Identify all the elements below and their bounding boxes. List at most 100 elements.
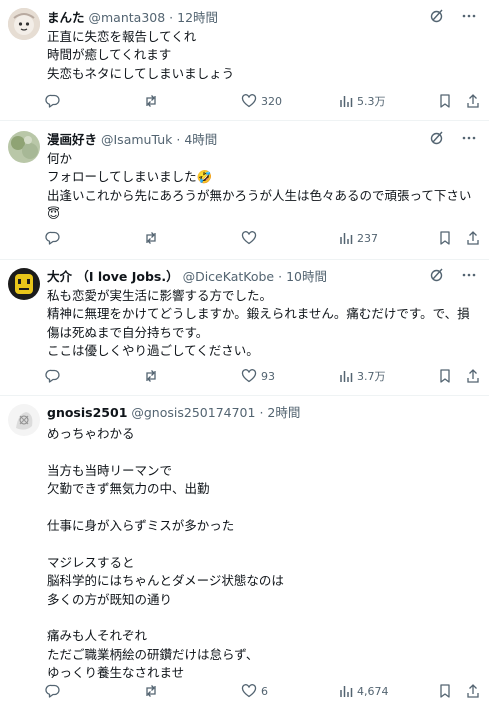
tweet-line: 当方も当時リーマンで	[47, 462, 173, 478]
tweet-line: 失恋もネタにしてしまいましょう	[47, 65, 235, 81]
heart-icon	[241, 230, 257, 246]
share-button[interactable]	[465, 682, 481, 700]
reply-button[interactable]	[45, 682, 65, 700]
retweet-button[interactable]	[143, 682, 163, 700]
tweet-line: ゆっくり養生なされませ	[47, 665, 185, 681]
tweet-1[interactable]: まんた @manta308 · 12時間 正直に失恋を報告してくれ 時間が癒して…	[0, 0, 489, 121]
bookmark-button[interactable]	[437, 367, 453, 385]
reply-button[interactable]	[45, 92, 65, 110]
views-button[interactable]: 4,674	[339, 682, 389, 700]
views-button[interactable]: 237	[339, 229, 378, 247]
display-name[interactable]: gnosis2501	[47, 405, 127, 420]
user-handle[interactable]: @gnosis250174701	[131, 405, 255, 420]
tweet-line: 精神に無理をかけてどうしますか。鍛えられません。痛むだけです。で、損	[47, 306, 470, 322]
avatar[interactable]	[8, 268, 40, 300]
heart-icon	[241, 368, 257, 384]
tweet-line: 出逢いこれから先にあろうが無かろうが人生は色々あるので頑張って下さい	[47, 187, 472, 203]
display-name[interactable]: まんた	[47, 10, 85, 25]
separator-dot: ·	[278, 269, 283, 284]
reply-icon	[45, 93, 61, 109]
tweet-line: 傷は死ぬまで自分持ちです。	[47, 324, 209, 340]
tweet-text: 何か フォローしてしまいました🤣 出逢いこれから先にあろうが無かろうが人生は色々…	[47, 150, 477, 224]
reply-icon	[45, 683, 61, 699]
views-button[interactable]: 5.3万	[339, 92, 386, 110]
tweet-line: めっちゃわかる	[47, 426, 135, 441]
timestamp[interactable]: 10時間	[286, 269, 327, 284]
share-button[interactable]	[465, 367, 481, 385]
retweet-button[interactable]	[143, 229, 163, 247]
retweet-icon	[143, 683, 159, 699]
like-count: 93	[261, 369, 275, 383]
retweet-button[interactable]	[143, 367, 163, 385]
user-handle[interactable]: @DiceKatKobe	[183, 269, 275, 284]
tweet-line: 時間が癒してくれます	[47, 47, 172, 63]
like-button[interactable]: 93	[241, 367, 275, 385]
views-icon	[339, 683, 353, 699]
tweet-2[interactable]: 漫画好き @IsamuTuk · 4時間 何か フォローしてしまいました🤣 出逢…	[0, 121, 489, 260]
share-icon	[465, 683, 481, 699]
tweet-text: 私も恋愛が実生活に影響する方でした。 精神に無理をかけてどうしますか。鍛えられま…	[47, 287, 477, 361]
more-icon[interactable]	[461, 130, 477, 150]
more-icon[interactable]	[461, 8, 477, 28]
separator-dot: ·	[169, 10, 174, 25]
timestamp[interactable]: 4時間	[184, 132, 217, 147]
share-icon	[465, 93, 481, 109]
separator-dot: ·	[259, 405, 264, 420]
views-count: 237	[357, 231, 378, 245]
bookmark-icon	[437, 683, 453, 699]
action-bar: 6 4,674	[45, 682, 479, 700]
tweet-header: 漫画好き @IsamuTuk · 4時間	[47, 131, 217, 149]
tweet-3[interactable]: 大介 （I love Jobs.） @DiceKatKobe · 10時間 私も…	[0, 260, 489, 396]
display-name[interactable]: 漫画好き	[47, 132, 97, 147]
header-actions	[429, 131, 477, 149]
avatar[interactable]	[8, 131, 40, 163]
tweet-line: 正直に失恋を報告してくれ	[47, 29, 197, 44]
tweet-header: gnosis2501 @gnosis250174701 · 2時間	[47, 404, 300, 422]
share-icon	[465, 368, 481, 384]
like-button[interactable]	[241, 229, 261, 247]
bookmark-icon	[437, 93, 453, 109]
like-button[interactable]: 6	[241, 682, 268, 700]
tweet-line	[47, 609, 477, 627]
tweet-line: ここは優しくやり過ごしてください。	[47, 343, 259, 359]
grok-icon[interactable]	[429, 130, 445, 150]
tweet-line: 私も恋愛が実生活に影響する方でした。	[47, 288, 273, 303]
timestamp[interactable]: 2時間	[267, 405, 300, 420]
tweet-line: 痛みも人それぞれ	[47, 628, 148, 644]
avatar[interactable]	[8, 404, 40, 436]
views-icon	[339, 230, 353, 246]
user-handle[interactable]: @IsamuTuk	[101, 132, 172, 147]
tweet-line: 仕事に身が入らずミスが多かった	[47, 518, 235, 533]
user-handle[interactable]: @manta308	[89, 10, 166, 25]
retweet-icon	[143, 230, 159, 246]
views-button[interactable]: 3.7万	[339, 367, 386, 385]
grok-icon[interactable]	[429, 267, 445, 287]
tweet-header: 大介 （I love Jobs.） @DiceKatKobe · 10時間	[47, 268, 327, 286]
tweet-4[interactable]: gnosis2501 @gnosis250174701 · 2時間 めっちゃわか…	[0, 396, 489, 702]
tweet-line: 何か	[47, 151, 73, 166]
bookmark-button[interactable]	[437, 92, 453, 110]
bookmark-icon	[437, 368, 453, 384]
tweet-line: ただご職業柄絵の研鑽だけは怠らず、	[47, 646, 259, 662]
like-button[interactable]: 320	[241, 92, 282, 110]
display-name[interactable]: 大介 （I love Jobs.）	[47, 269, 179, 284]
more-icon[interactable]	[461, 267, 477, 287]
tweet-line: 多くの方が既知の通り	[47, 591, 173, 607]
reply-button[interactable]	[45, 367, 65, 385]
tweet-line: 😇	[47, 206, 61, 222]
header-actions	[429, 268, 477, 286]
retweet-button[interactable]	[143, 92, 163, 110]
reply-icon	[45, 230, 61, 246]
tweet-line	[47, 443, 477, 461]
timestamp[interactable]: 12時間	[177, 10, 218, 25]
avatar[interactable]	[8, 8, 40, 40]
reply-button[interactable]	[45, 229, 65, 247]
like-count: 6	[261, 684, 268, 698]
share-button[interactable]	[465, 229, 481, 247]
tweet-line: フォローしてしまいました🤣	[47, 169, 213, 185]
bookmark-button[interactable]	[437, 682, 453, 700]
bookmark-button[interactable]	[437, 229, 453, 247]
share-button[interactable]	[465, 92, 481, 110]
grok-icon[interactable]	[429, 8, 445, 28]
heart-icon	[241, 683, 257, 699]
